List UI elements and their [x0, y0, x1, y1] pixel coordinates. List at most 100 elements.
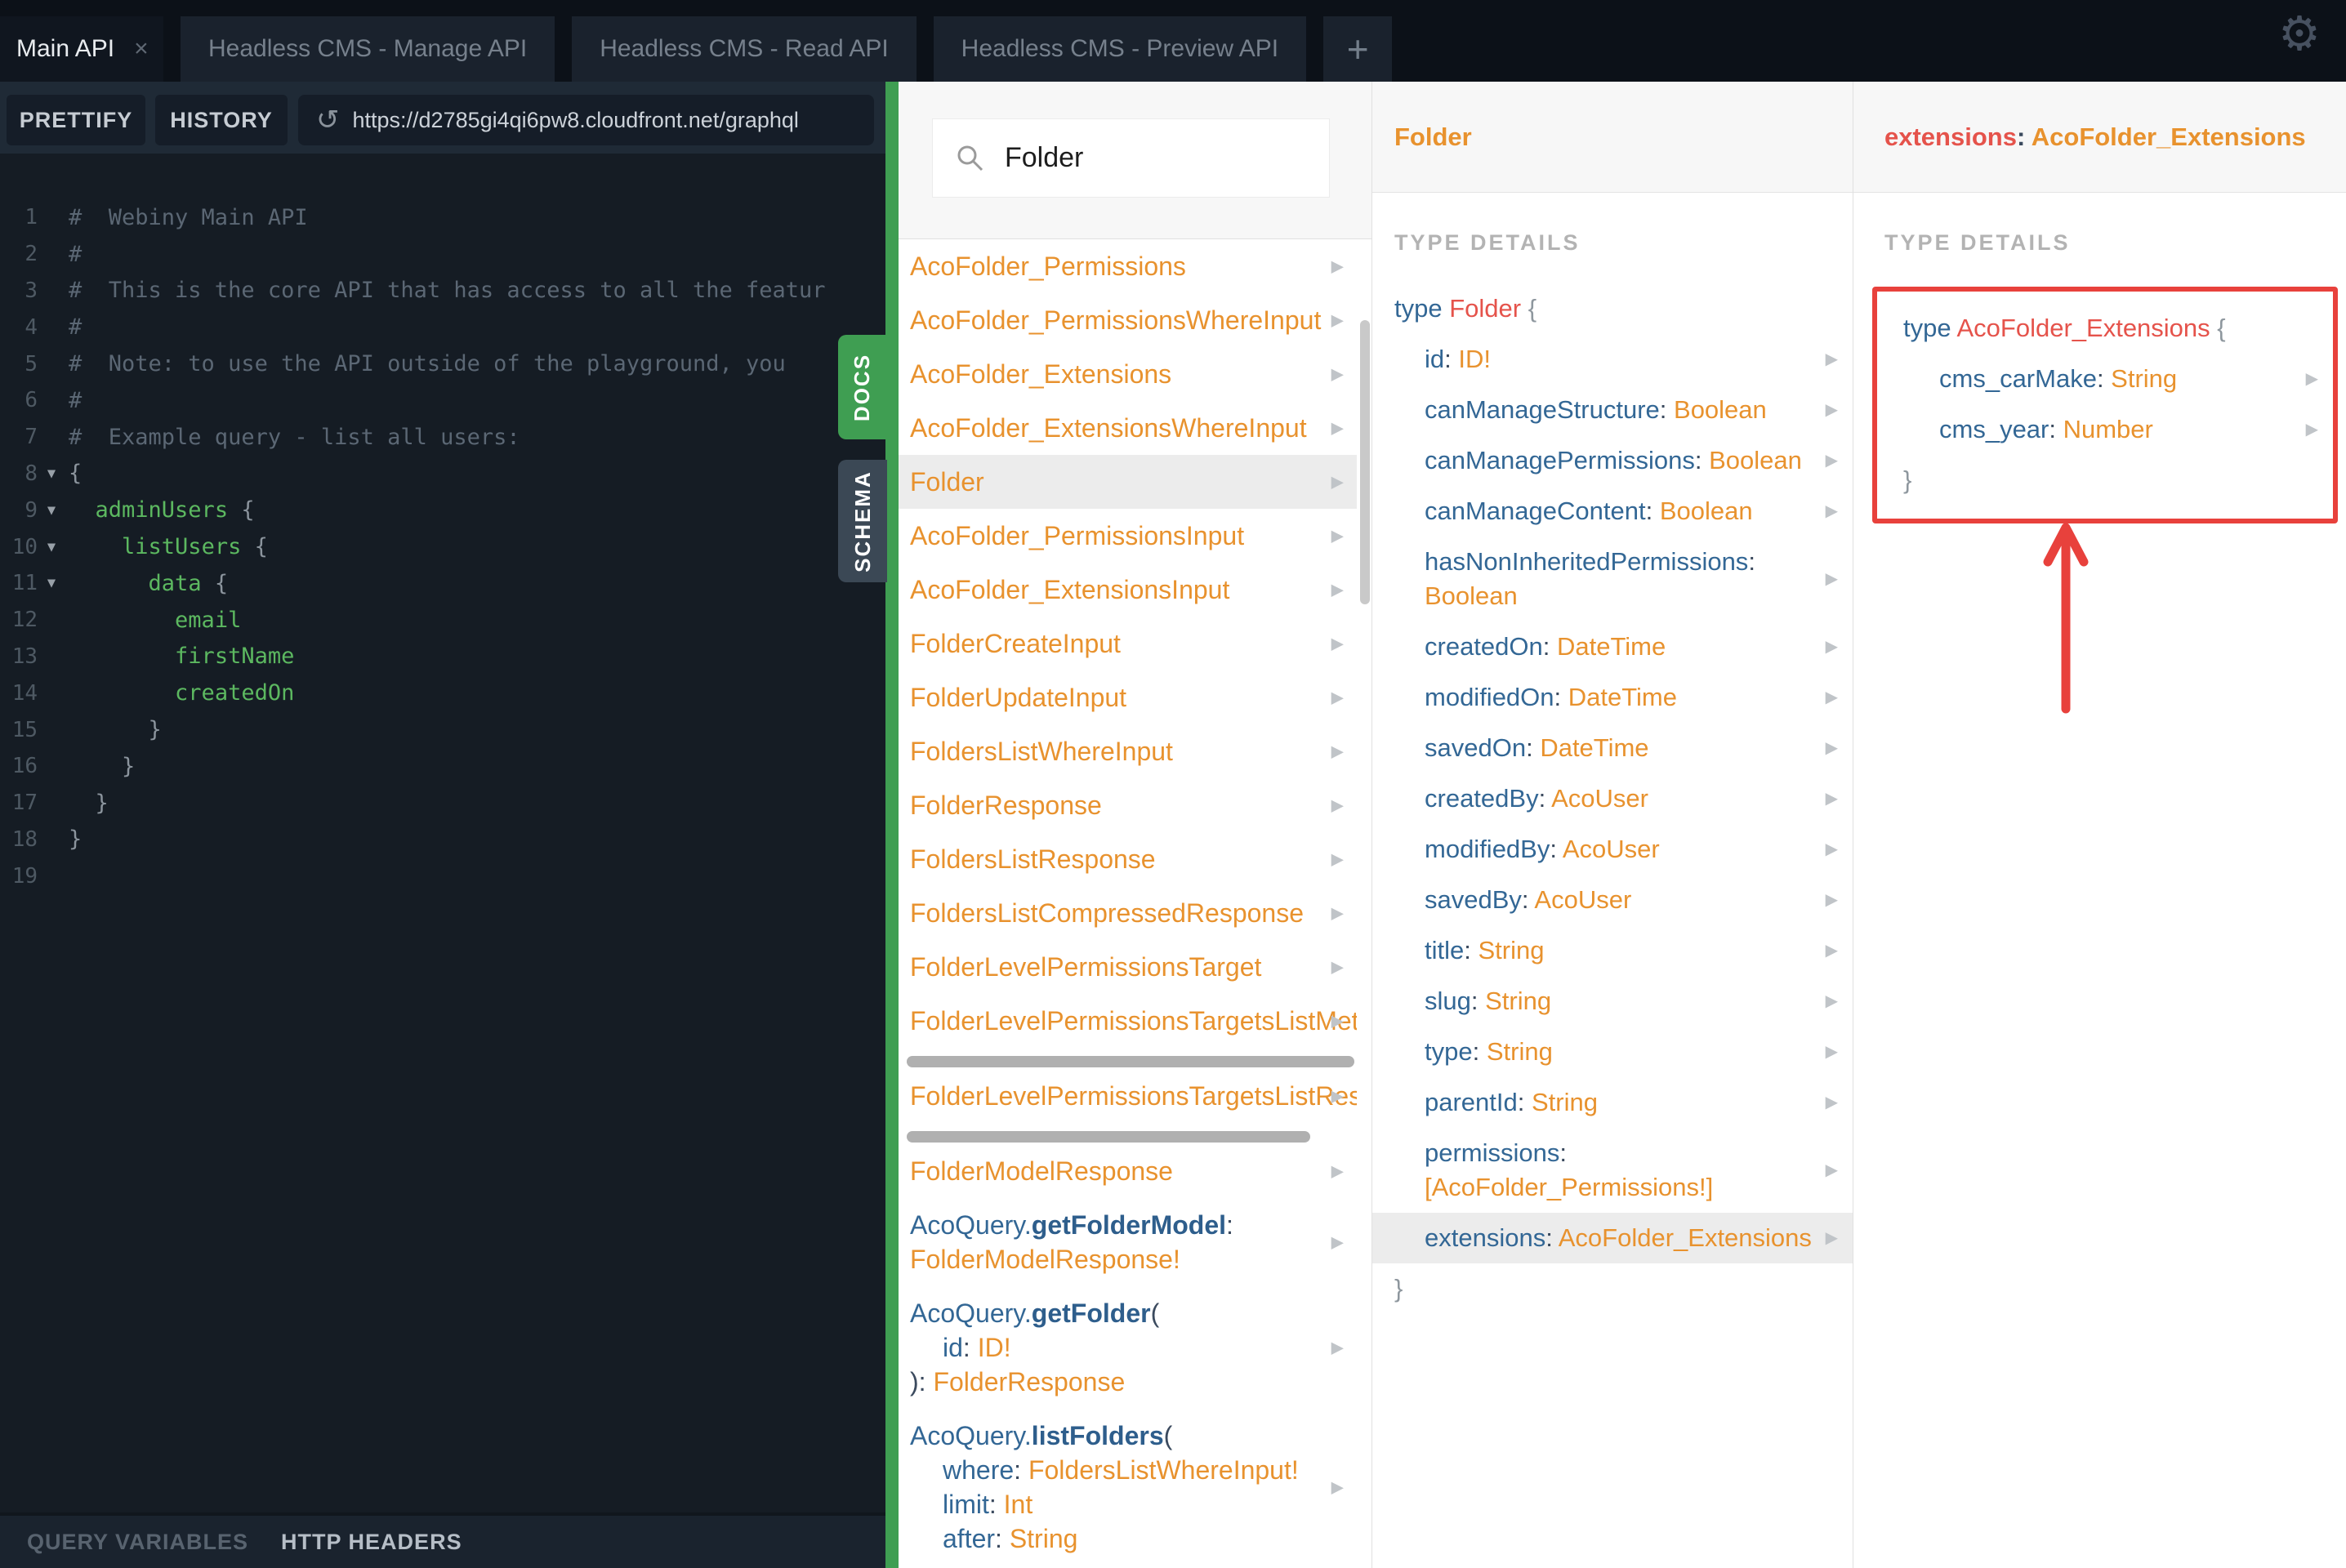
type-field-row[interactable]: createdBy: AcoUser ▶	[1372, 773, 1853, 824]
endpoint-url-bar[interactable]: ↺	[298, 95, 874, 145]
chevron-right-icon[interactable]: ▶	[1826, 1153, 1838, 1187]
chevron-right-icon[interactable]: ▶	[1331, 310, 1344, 331]
doc-explorer-item[interactable]: FolderLevelPermissionsTargetsListRespons…	[899, 1069, 1357, 1123]
docs-divider[interactable]	[885, 82, 899, 1568]
doc-explorer-item[interactable]: FolderCreateInput ▶	[899, 617, 1357, 670]
fold-arrow-icon[interactable]: ▼	[38, 466, 65, 482]
type-field-row[interactable]: parentId: String ▶	[1372, 1077, 1853, 1128]
doc-explorer-item[interactable]: AcoQuery.getFolderModel: FolderModelRespo…	[899, 1198, 1357, 1286]
tab-main-api[interactable]: Main API ×	[0, 16, 163, 82]
chevron-right-icon[interactable]: ▶	[1826, 1221, 1838, 1255]
doc-explorer-item[interactable]: AcoFolder_PermissionsWhereInput ▶	[899, 293, 1357, 347]
type-field-row[interactable]: modifiedOn: DateTime ▶	[1372, 672, 1853, 723]
doc-explorer-item[interactable]: AcoQuery.listFolders(where: FoldersListW…	[899, 1409, 1357, 1566]
doc-explorer-item[interactable]: FolderModelResponse ▶	[899, 1144, 1357, 1198]
chevron-right-icon[interactable]: ▶	[1826, 984, 1838, 1018]
doc-explorer-item[interactable]: AcoFolder_Permissions ▶	[899, 239, 1357, 293]
type-field-row[interactable]: modifiedBy: AcoUser ▶	[1372, 824, 1853, 875]
chevron-right-icon[interactable]: ▶	[1331, 364, 1344, 385]
horizontal-scrollbar[interactable]	[907, 1056, 1354, 1067]
chevron-right-icon[interactable]: ▶	[1826, 494, 1838, 528]
settings-gear-icon[interactable]: ⚙	[2274, 8, 2325, 59]
docs-side-tab[interactable]: DOCS	[838, 335, 887, 439]
doc-explorer-item[interactable]: FoldersListResponse ▶	[899, 832, 1357, 886]
type-field-row[interactable]: hasNonInheritedPermissions: Boolean ▶	[1372, 537, 1853, 621]
chevron-right-icon[interactable]: ▶	[1331, 1338, 1344, 1358]
chevron-right-icon[interactable]: ▶	[1826, 933, 1838, 968]
horizontal-scrollbar[interactable]	[907, 1131, 1310, 1143]
chevron-right-icon[interactable]: ▶	[1331, 580, 1344, 600]
fold-arrow-icon[interactable]: ▼	[38, 502, 65, 519]
chevron-right-icon[interactable]: ▶	[1331, 472, 1344, 492]
endpoint-url-input[interactable]	[352, 107, 859, 133]
chevron-right-icon[interactable]: ▶	[1331, 1011, 1344, 1031]
query-editor[interactable]: 1 # Webiny Main API 2 #3 # This is the core …	[0, 154, 885, 1568]
chevron-right-icon[interactable]: ▶	[1331, 849, 1344, 870]
type-field-row[interactable]: slug: String ▶	[1372, 976, 1853, 1027]
chevron-right-icon[interactable]: ▶	[1331, 1232, 1344, 1253]
doc-explorer-item[interactable]: AcoFolder_Extensions ▶	[899, 347, 1357, 401]
tab-headless-cms-preview-api[interactable]: Headless CMS - Preview API	[933, 16, 1307, 82]
chevron-right-icon[interactable]: ▶	[1826, 443, 1838, 478]
chevron-right-icon[interactable]: ▶	[1826, 883, 1838, 917]
chevron-right-icon[interactable]: ▶	[1331, 742, 1344, 762]
type-field-row[interactable]: createdOn: DateTime ▶	[1372, 621, 1853, 672]
chevron-right-icon[interactable]: ▶	[1331, 526, 1344, 546]
chevron-right-icon[interactable]: ▶	[1826, 342, 1838, 376]
doc-explorer-item[interactable]: AcoFolder_ExtensionsWhereInput ▶	[899, 401, 1357, 455]
type-field-row[interactable]: cms_carMake: String ▶	[1877, 354, 2333, 404]
chevron-right-icon[interactable]: ▶	[1826, 1035, 1838, 1069]
chevron-right-icon[interactable]: ▶	[1331, 1086, 1344, 1107]
chevron-right-icon[interactable]: ▶	[1331, 418, 1344, 439]
type-field-row[interactable]: id: ID! ▶	[1372, 334, 1853, 385]
type-field-row[interactable]: extensions: AcoFolder_Extensions ▶	[1372, 1213, 1853, 1263]
tab-headless-cms-manage-api[interactable]: Headless CMS - Manage API	[181, 16, 555, 82]
chevron-right-icon[interactable]: ▶	[1826, 630, 1838, 664]
doc-explorer-item[interactable]: FolderLevelPermissionsTarget ▶	[899, 940, 1357, 994]
type-field-row[interactable]: savedBy: AcoUser ▶	[1372, 875, 1853, 925]
chevron-right-icon[interactable]: ▶	[1331, 634, 1344, 654]
chevron-right-icon[interactable]: ▶	[1331, 1477, 1344, 1498]
chevron-right-icon[interactable]: ▶	[1826, 1085, 1838, 1120]
close-icon[interactable]: ×	[134, 37, 149, 61]
chevron-right-icon[interactable]: ▶	[2306, 412, 2318, 447]
chevron-right-icon[interactable]: ▶	[1331, 1161, 1344, 1182]
chevron-right-icon[interactable]: ▶	[1826, 731, 1838, 765]
chevron-right-icon[interactable]: ▶	[1826, 782, 1838, 816]
chevron-right-icon[interactable]: ▶	[1331, 903, 1344, 924]
history-button[interactable]: HISTORY	[155, 95, 288, 145]
doc-explorer-item[interactable]: FoldersListCompressedResponse ▶	[899, 886, 1357, 940]
type-field-row[interactable]: canManageStructure: Boolean ▶	[1372, 385, 1853, 435]
type-field-row[interactable]: cms_year: Number ▶	[1877, 404, 2333, 455]
doc-explorer-item[interactable]: FoldersListWhereInput ▶	[899, 724, 1357, 778]
type-field-row[interactable]: canManagePermissions: Boolean ▶	[1372, 435, 1853, 486]
docs-search-input[interactable]	[1005, 142, 1315, 174]
doc-explorer-item[interactable]: Folder ▶	[899, 455, 1357, 509]
chevron-right-icon[interactable]: ▶	[1826, 680, 1838, 715]
chevron-right-icon[interactable]: ▶	[1331, 256, 1344, 277]
type-field-row[interactable]: title: String ▶	[1372, 925, 1853, 976]
chevron-right-icon[interactable]: ▶	[1331, 957, 1344, 978]
schema-side-tab[interactable]: SCHEMA	[838, 460, 887, 582]
chevron-right-icon[interactable]: ▶	[1826, 832, 1838, 866]
type-field-row[interactable]: type: String ▶	[1372, 1027, 1853, 1077]
chevron-right-icon[interactable]: ▶	[1826, 393, 1838, 427]
vertical-scrollbar[interactable]	[1360, 320, 1370, 604]
chevron-right-icon[interactable]: ▶	[1331, 795, 1344, 816]
prettify-button[interactable]: PRETTIFY	[7, 95, 145, 145]
refresh-icon[interactable]: ↺	[316, 104, 340, 136]
doc-explorer-item[interactable]: FolderUpdateInput ▶	[899, 670, 1357, 724]
http-headers-tab[interactable]: HTTP HEADERS	[281, 1530, 462, 1555]
docs-search-box[interactable]	[932, 118, 1330, 198]
doc-explorer-item[interactable]: AcoQuery.getFolder(id: ID!): FolderRespo…	[899, 1286, 1357, 1409]
doc-explorer-item[interactable]: FolderLevelPermissionsTargetsListMeta ▶	[899, 994, 1357, 1048]
query-variables-tab[interactable]: QUERY VARIABLES	[27, 1530, 248, 1555]
chevron-right-icon[interactable]: ▶	[2306, 362, 2318, 396]
fold-arrow-icon[interactable]: ▼	[38, 575, 65, 591]
type-field-row[interactable]: canManageContent: Boolean ▶	[1372, 486, 1853, 537]
tab-headless-cms-read-api[interactable]: Headless CMS - Read API	[572, 16, 917, 82]
chevron-right-icon[interactable]: ▶	[1826, 562, 1838, 596]
doc-explorer-item[interactable]: AcoFolder_PermissionsInput ▶	[899, 509, 1357, 563]
fold-arrow-icon[interactable]: ▼	[38, 539, 65, 555]
type-field-row[interactable]: permissions: [AcoFolder_Permissions!] ▶	[1372, 1128, 1853, 1213]
